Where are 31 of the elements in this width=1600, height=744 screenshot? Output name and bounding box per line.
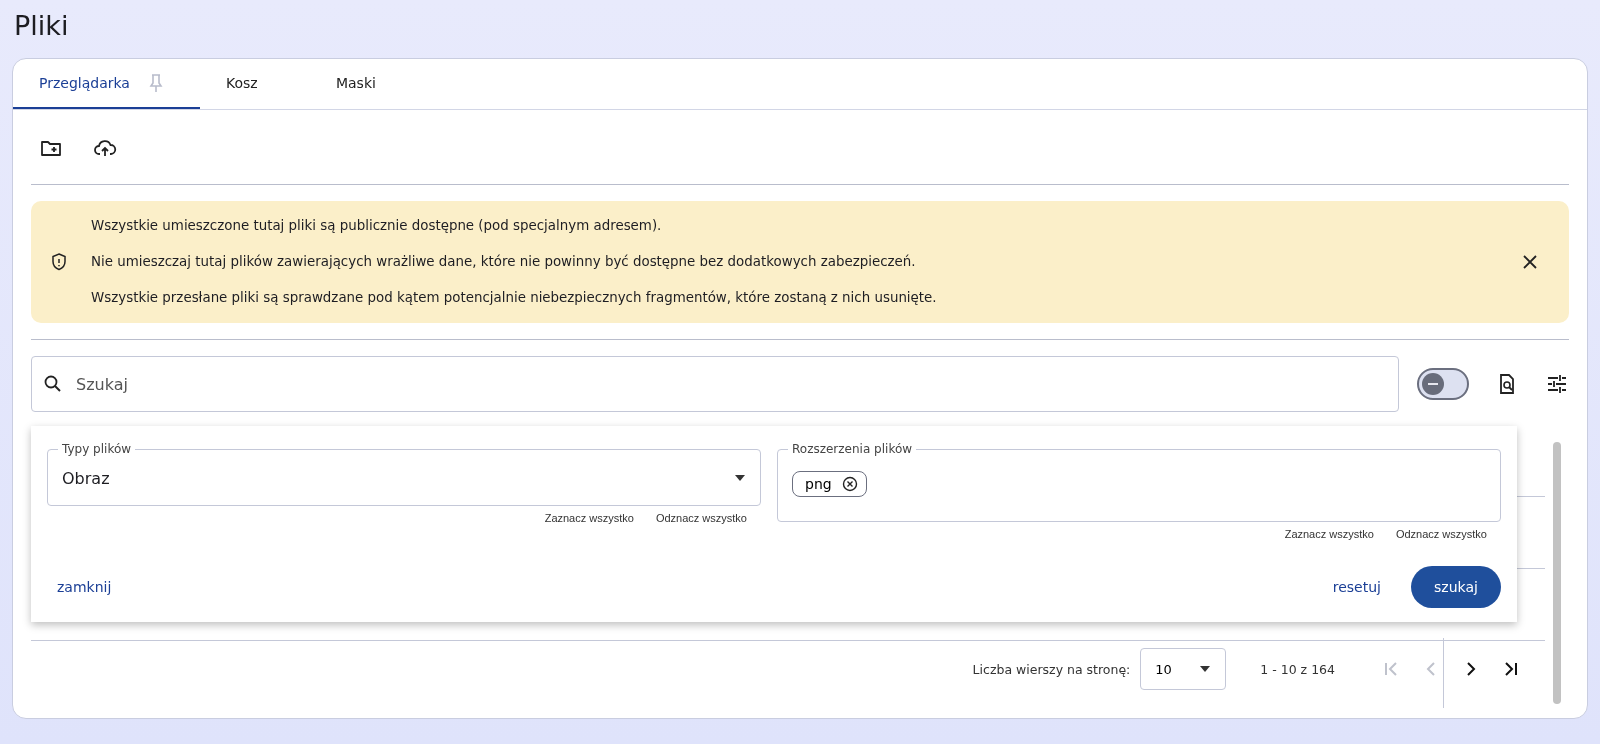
tab[interactable]: Maski [309, 59, 420, 109]
page-title: Pliki [14, 9, 70, 43]
rows-per-page-label: Liczba wierszy na stronę: [972, 661, 1131, 677]
search-field[interactable]: Szukaj [31, 356, 1399, 412]
alert-text: Nie umieszczaj tutaj plików zawierających wrażliwe dane, które nie powinny być dostępne bez dodatkowych zabezpieczeń. [91, 253, 917, 271]
scrollbar[interactable] [1553, 442, 1561, 704]
deselect-all-link[interactable]: Odznacz wszystko [655, 512, 747, 524]
close-button[interactable]: zamknij [47, 571, 122, 603]
select-all-link[interactable]: Zaznacz wszystko [544, 512, 634, 524]
file-types-select[interactable]: Typy plików Obraz [47, 442, 761, 506]
extensions-field[interactable]: Rozszerzenia plików png [777, 442, 1501, 522]
alert-text: Wszystkie przesłane pliki są sprawdzane pod kątem potencjalnie niebezpiecznych fragmentów, które zostaną z nich usunięte. [91, 289, 938, 307]
search-icon [43, 374, 63, 394]
toggle-switch[interactable] [1417, 368, 1469, 400]
reset-button[interactable]: resetuj [1322, 571, 1391, 603]
page-range: 1 - 10 z 164 [1260, 661, 1335, 677]
select-all-link[interactable]: Zaznacz wszystko [1284, 528, 1374, 540]
tab[interactable]: Przeglądarka [13, 59, 200, 109]
tab[interactable]: Kosz [199, 59, 310, 109]
extension-chip[interactable]: png [792, 471, 867, 497]
filter-sliders-icon[interactable] [1545, 372, 1569, 396]
alert-text: Wszystkie umieszczone tutaj pliki są publicznie dostępne (pod specjalnym adresem). [91, 217, 663, 235]
field-label: Typy plików [61, 442, 133, 456]
rows-per-page-select[interactable]: 10 [1140, 648, 1227, 690]
remove-icon[interactable] [841, 476, 858, 492]
field-label: Rozszerzenia plików [791, 442, 914, 456]
shield-icon [49, 252, 69, 272]
deselect-all-link[interactable]: Odznacz wszystko [1395, 528, 1487, 540]
search-button[interactable]: szukaj [1411, 566, 1501, 608]
pin-icon [147, 73, 164, 93]
select-value: Obraz [62, 468, 110, 488]
